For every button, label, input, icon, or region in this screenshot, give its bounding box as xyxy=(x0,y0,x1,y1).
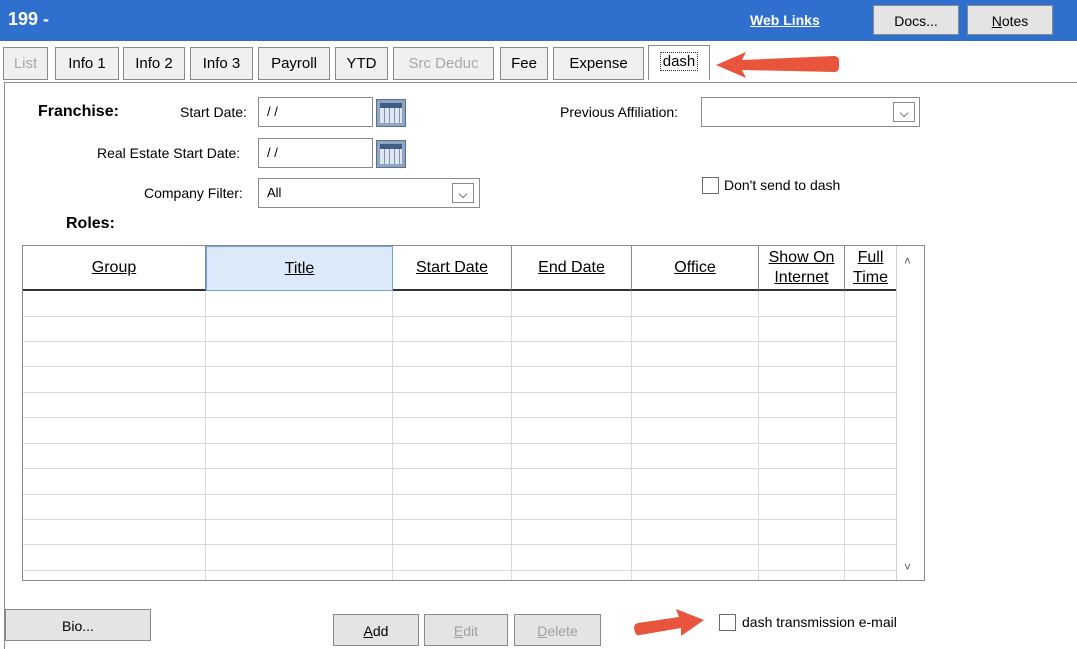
column-header-show-on-internet-line2: Internet xyxy=(774,268,829,286)
franchise-label: Franchise: xyxy=(38,103,119,120)
tab-list[interactable]: List xyxy=(3,47,48,80)
delete-button[interactable]: Delete xyxy=(514,614,601,646)
tab-fee[interactable]: Fee xyxy=(500,47,548,80)
tab-src-deduc[interactable]: Src Deduc xyxy=(393,47,494,80)
grid-row-line xyxy=(23,443,897,444)
column-header-start-date[interactable]: Start Date xyxy=(393,246,512,291)
grid-row-line xyxy=(23,570,897,571)
previous-affiliation-label: Previous Affiliation: xyxy=(560,104,679,120)
previous-affiliation-select[interactable] xyxy=(701,97,920,127)
calendar-icon[interactable] xyxy=(376,140,406,168)
tab-dash-label: dash xyxy=(659,52,699,71)
grid-row-line xyxy=(23,468,897,469)
grid-column-divider xyxy=(758,291,759,580)
column-header-show-on-internet-line1: Show On xyxy=(768,248,835,266)
start-date-input[interactable]: / / xyxy=(258,97,373,127)
grid-row-line xyxy=(23,366,897,367)
grid-column-divider xyxy=(392,291,393,580)
column-header-end-date[interactable]: End Date xyxy=(512,246,632,291)
grid-column-divider xyxy=(844,291,845,580)
chevron-down-icon[interactable]: ⌵ xyxy=(452,183,474,203)
tab-dash[interactable]: dash xyxy=(648,45,710,80)
grid-row-line xyxy=(23,544,897,545)
web-links-link[interactable]: Web Links xyxy=(750,12,820,28)
dash-transmission-label: dash transmission e-mail xyxy=(742,614,897,630)
grid-row-line xyxy=(23,494,897,495)
dont-send-checkbox[interactable] xyxy=(702,177,719,194)
column-header-full-time-line2: Time xyxy=(853,268,888,286)
edit-button[interactable]: Edit xyxy=(424,614,508,646)
start-date-label: Start Date: xyxy=(180,104,247,120)
tab-ytd[interactable]: YTD xyxy=(335,47,388,80)
tab-expense[interactable]: Expense xyxy=(553,47,644,80)
annotation-arrow-bottom xyxy=(634,609,704,636)
scroll-up-icon[interactable]: ˄ xyxy=(904,254,911,268)
bio-button[interactable]: Bio... xyxy=(5,609,151,641)
column-header-show-on-internet[interactable]: Show On Internet xyxy=(759,246,845,291)
column-header-full-time-line1: Full xyxy=(857,248,884,266)
column-header-group[interactable]: Group xyxy=(23,246,206,291)
dont-send-label: Don't send to dash xyxy=(724,177,841,193)
grid-row-line xyxy=(23,316,897,317)
scroll-down-icon[interactable]: ˅ xyxy=(904,560,911,574)
tab-strip: List Info 1 Info 2 Info 3 Payroll YTD Sr… xyxy=(0,43,1077,83)
chevron-down-icon[interactable]: ⌵ xyxy=(893,102,915,122)
grid-row-line xyxy=(23,519,897,520)
grid-column-divider xyxy=(631,291,632,580)
dash-transmission-checkbox[interactable] xyxy=(719,614,736,631)
real-estate-start-date-input[interactable]: / / xyxy=(258,138,373,168)
roles-label: Roles: xyxy=(66,215,115,232)
grid-column-divider xyxy=(511,291,512,580)
title-bar: 199 - Web Links Docs... Notes xyxy=(0,0,1077,41)
grid-row-line xyxy=(23,341,897,342)
notes-button[interactable]: Notes xyxy=(967,5,1053,35)
company-filter-label: Company Filter: xyxy=(144,185,243,201)
column-header-office[interactable]: Office xyxy=(632,246,759,291)
window-title: 199 - xyxy=(8,9,50,29)
tab-info-1[interactable]: Info 1 xyxy=(55,47,119,80)
docs-button[interactable]: Docs... xyxy=(873,5,959,35)
roles-grid[interactable]: Group Title Start Date End Date Office S… xyxy=(22,245,925,581)
grid-row-line xyxy=(23,392,897,393)
company-filter-select[interactable]: All xyxy=(258,178,480,208)
tab-info-3[interactable]: Info 3 xyxy=(190,47,253,80)
annotation-arrow-top xyxy=(716,52,839,78)
tab-info-2[interactable]: Info 2 xyxy=(123,47,185,80)
calendar-icon[interactable] xyxy=(376,99,406,127)
column-header-title[interactable]: Title xyxy=(206,246,393,291)
add-button[interactable]: Add xyxy=(333,614,419,646)
grid-vertical-scrollbar[interactable]: ˄ ˅ xyxy=(896,246,924,580)
column-header-full-time[interactable]: Full Time xyxy=(845,246,897,291)
grid-row-line xyxy=(23,417,897,418)
grid-column-divider xyxy=(205,291,206,580)
real-estate-start-date-label: Real Estate Start Date: xyxy=(97,145,241,161)
tab-payroll[interactable]: Payroll xyxy=(258,47,330,80)
